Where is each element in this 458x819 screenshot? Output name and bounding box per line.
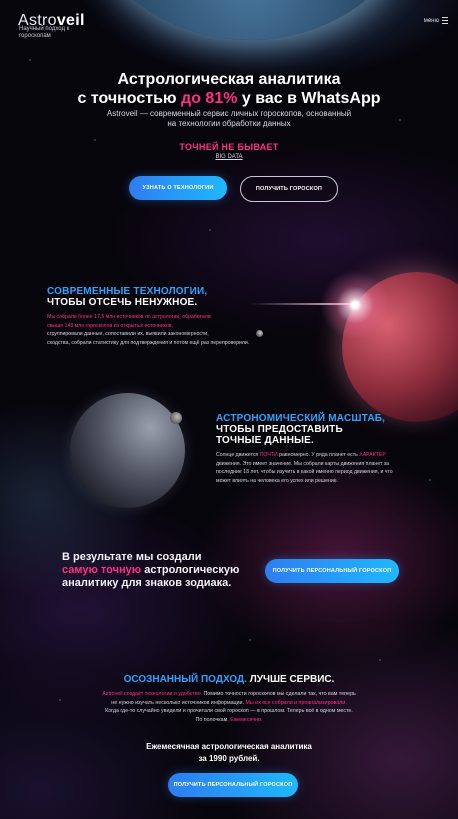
service-title-text: ЛУЧШЕ СЕРВИС.: [246, 674, 335, 685]
astro-title-line3: ТОЧНЫЕ ДАННЫЕ.: [216, 435, 314, 446]
result-heading-line1: В результате мы создали: [62, 551, 202, 563]
service-text-line: По полочкам. Ежемесячно.: [80, 716, 378, 725]
tech-title-line1: СОВРЕМЕННЫЕ ТЕХНОЛОГИИ,: [47, 286, 208, 297]
service-text-highlight: Мы их все собрали и проанализировали.: [245, 699, 347, 706]
astro-title-line1: АСТРОНОМИЧЕСКИЙ МАСШТАБ,: [216, 413, 386, 424]
hero-subtitle-line1: Astroveil — современный сервис личных го…: [106, 109, 352, 118]
astro-text-line: последние 18 лет, чтобы изучить в какой …: [216, 469, 393, 475]
service-text-line: не нужно изучать несколько источников ин…: [80, 699, 378, 708]
hero-subtitle: Astroveil — современный сервис личных го…: [0, 109, 458, 129]
big-data-link[interactable]: BIG DATA: [0, 154, 458, 160]
service-text-highlight: Astroveil создаёт технологии и удобство.: [102, 691, 203, 697]
hamburger-icon: [442, 17, 448, 24]
hero-title-line1: Астрологическая аналитика: [117, 71, 341, 88]
service-title-highlight: ОСОЗНАННЫЙ ПОДХОД.: [123, 674, 247, 685]
tech-section-text: Мы собрали более 17,5 млн источников по …: [47, 313, 287, 347]
price-line1: Ежемесячная астрологическая аналитика: [146, 742, 312, 751]
learn-technology-button[interactable]: УЗНАТЬ О ТЕХНОЛОГИИ: [129, 176, 227, 200]
tech-title-line2: ЧТОБЫ ОТСЕЧЬ НЕНУЖНОЕ.: [47, 297, 198, 308]
get-horoscope-button[interactable]: ПОЛУЧИТЬ ГОРОСКОП: [240, 176, 338, 202]
astro-section-title: АСТРОНОМИЧЕСКИЙ МАСШТАБ, ЧТОБЫ ПРЕДОСТАВ…: [216, 413, 385, 446]
service-section-text: Astroveil создаёт технологии и удобство.…: [80, 690, 378, 724]
astro-title-line2: ЧТОБЫ ПРЕДОСТАВИТЬ: [216, 424, 343, 435]
astro-text: Солнце движется: [216, 452, 260, 458]
price-text: Ежемесячная астрологическая аналитика за…: [0, 741, 458, 765]
service-text-line: Когда где-то случайно увидели и прочитал…: [105, 708, 353, 714]
astro-text-line: движения. Это имеет значение. Мы собрали…: [216, 460, 390, 467]
hero-title-text: с точностью: [77, 90, 182, 107]
hero-title-line2: с точностью до 81% у вас в WhatsApp: [0, 89, 458, 108]
landing-page: Astroveil Научный подход к гороскопам ме…: [0, 0, 458, 819]
hero-title: Астрологическая аналитика с точностью до…: [0, 70, 458, 108]
tech-text-line: сгруппировали данные, сопоставили их, вы…: [47, 331, 209, 337]
tech-text-line: сходства, собрали статистику для подтвер…: [47, 339, 250, 346]
grey-planet-image: [70, 393, 185, 508]
personal-horoscope-button[interactable]: ПОЛУЧИТЬ ПЕРСОНАЛЬНЫЙ ГОРОСКОП: [265, 559, 399, 583]
light-flare: [320, 270, 390, 340]
astro-text-highlight: ПОЧТИ: [259, 452, 278, 458]
service-text-line: Astroveil создаёт технологии и удобство.…: [80, 690, 378, 699]
astro-text-highlight: ХАРАКТЕР: [359, 452, 386, 458]
menu-button[interactable]: меню: [424, 17, 448, 24]
tech-text-line: свыше 148 млн гороскопов из открытых ист…: [47, 322, 174, 329]
service-text: По полочкам.: [195, 716, 231, 723]
hero-subtitle-line2: на технологии обработки данных: [167, 119, 291, 128]
service-section-title: ОСОЗНАННЫЙ ПОДХОД. ЛУЧШЕ СЕРВИС.: [0, 674, 458, 685]
tech-section-title: СОВРЕМЕННЫЕ ТЕХНОЛОГИИ, ЧТОБЫ ОТСЕЧЬ НЕН…: [47, 286, 207, 308]
result-heading-highlight: самую точную: [62, 564, 142, 576]
accuracy-badge: ТОЧНЕЙ НЕ БЫВАЕТ: [179, 142, 279, 152]
hero-title-highlight: до 81%: [181, 90, 238, 107]
service-text: не нужно изучать несколько источников ин…: [111, 699, 246, 706]
astro-text: равномерно. У ряда планет есть: [277, 452, 360, 458]
result-heading-text: астрологическую: [141, 564, 240, 576]
astro-text-line: может влиять на человека его успех или р…: [216, 477, 339, 484]
menu-label: меню: [423, 17, 439, 24]
result-heading: В результате мы создали самую точную аст…: [62, 551, 272, 590]
astro-text-line: Солнце движется ПОЧТИ равномерно. У ряда…: [216, 451, 416, 460]
bottom-personal-horoscope-button[interactable]: ПОЛУЧИТЬ ПЕРСОНАЛЬНЫЙ ГОРОСКОП: [168, 773, 298, 797]
service-text: Помимо точности гороскопов мы сделали та…: [202, 691, 356, 697]
small-moon-image: [170, 412, 182, 424]
astro-section-text: Солнце движется ПОЧТИ равномерно. У ряда…: [216, 451, 416, 485]
logo-tagline: Научный подход к гороскопам: [19, 26, 70, 39]
service-text-highlight: Ежемесячно.: [230, 716, 263, 723]
result-heading-line3: аналитику для знаков зодиака.: [62, 577, 232, 589]
hero-title-text: у вас в WhatsApp: [237, 90, 381, 107]
result-heading-line2: самую точную астрологическую: [62, 564, 272, 577]
tech-text-line: Мы собрали более 17,5 млн источников по …: [47, 314, 211, 320]
price-line2: за 1990 рублей.: [198, 754, 260, 763]
